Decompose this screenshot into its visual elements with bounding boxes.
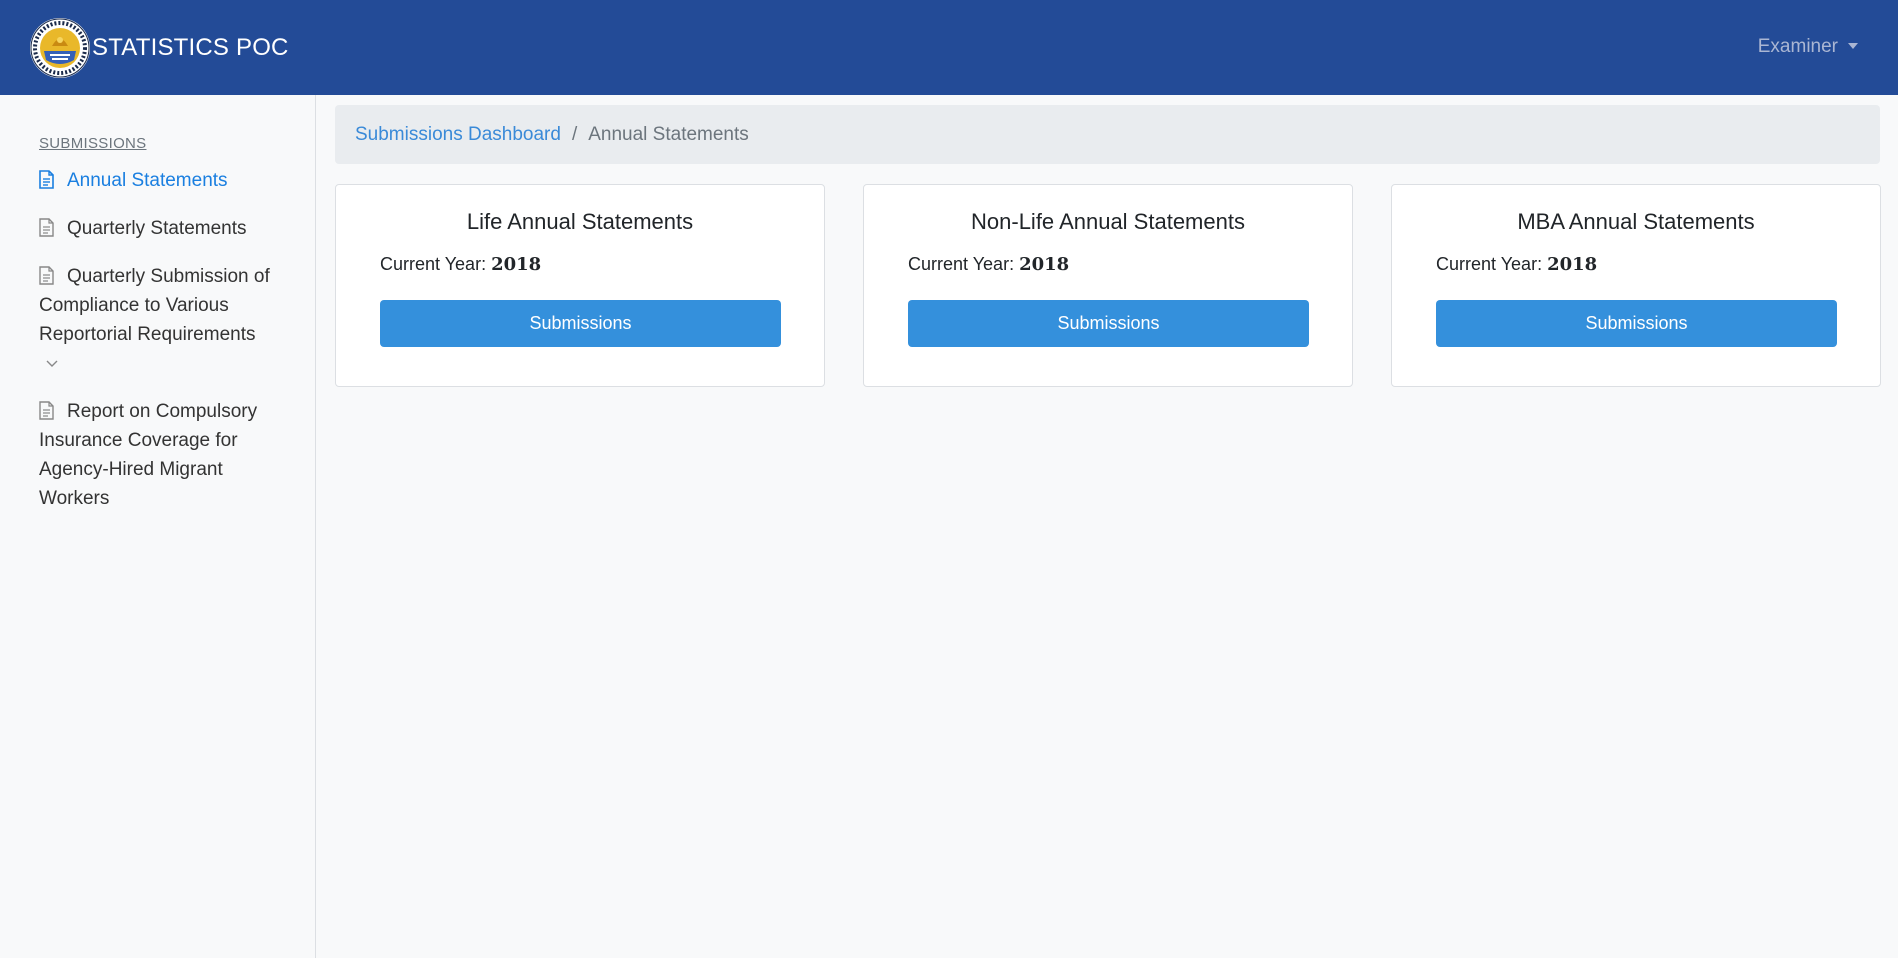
submissions-button[interactable]: Submissions xyxy=(908,300,1309,347)
document-icon xyxy=(39,401,54,420)
document-icon xyxy=(39,218,54,237)
brand-link[interactable]: STATISTICS POC xyxy=(30,17,289,78)
top-navbar: STATISTICS POC Examiner xyxy=(0,0,1898,95)
main-content: Submissions Dashboard / Annual Statement… xyxy=(335,105,1881,387)
document-icon xyxy=(39,170,54,189)
sidebar-item-label: Report on Compulsory Insurance Coverage … xyxy=(39,401,258,509)
caret-down-icon xyxy=(1848,43,1858,49)
card-row: Life Annual Statements Current Year: 201… xyxy=(335,184,1881,387)
breadcrumb-link-dashboard[interactable]: Submissions Dashboard xyxy=(355,124,561,146)
sidebar-item-label: Quarterly Statements xyxy=(67,218,247,239)
sidebar-item-label: Quarterly Submission of Compliance to Va… xyxy=(39,266,270,345)
breadcrumb-current: Annual Statements xyxy=(588,123,749,145)
submissions-button[interactable]: Submissions xyxy=(1436,300,1837,347)
card-title: Non-Life Annual Statements xyxy=(971,209,1245,234)
app-title: STATISTICS POC xyxy=(92,33,289,61)
card-nonlife-annual: Non-Life Annual Statements Current Year:… xyxy=(863,184,1353,387)
sidebar-heading: SUBMISSIONS xyxy=(39,135,147,152)
chevron-down-icon[interactable] xyxy=(45,358,59,368)
user-dropdown[interactable]: Examiner xyxy=(1758,36,1858,58)
card-life-annual: Life Annual Statements Current Year: 201… xyxy=(335,184,825,387)
document-icon xyxy=(39,266,54,285)
year-value: 2018 xyxy=(491,254,542,275)
card-year: Current Year: 2018 xyxy=(380,254,780,275)
sidebar-item-annual-statements[interactable]: Annual Statements xyxy=(39,166,274,195)
card-year: Current Year: 2018 xyxy=(908,254,1308,275)
sidebar-item-compulsory-insurance[interactable]: Report on Compulsory Insurance Coverage … xyxy=(39,397,274,513)
sidebar-item-quarterly-compliance[interactable]: Quarterly Submission of Compliance to Va… xyxy=(39,262,274,378)
year-value: 2018 xyxy=(1019,254,1070,275)
year-label: Current Year: xyxy=(1436,254,1543,274)
breadcrumb-separator: / xyxy=(571,123,578,145)
card-title: Life Annual Statements xyxy=(466,209,694,234)
sidebar-item-label: Annual Statements xyxy=(67,170,228,191)
user-name: Examiner xyxy=(1757,36,1838,57)
submissions-button[interactable]: Submissions xyxy=(380,300,781,347)
breadcrumb: Submissions Dashboard / Annual Statement… xyxy=(335,105,1880,164)
year-label: Current Year: xyxy=(908,254,1015,274)
seal-logo xyxy=(30,17,90,78)
sidebar-item-quarterly-statements[interactable]: Quarterly Statements xyxy=(39,214,274,243)
sidebar: SUBMISSIONS Annual Statements Quarterly … xyxy=(0,95,316,958)
card-year: Current Year: 2018 xyxy=(1436,254,1836,275)
year-value: 2018 xyxy=(1547,254,1598,275)
card-mba-annual: MBA Annual Statements Current Year: 2018… xyxy=(1391,184,1881,387)
year-label: Current Year: xyxy=(380,254,487,274)
card-title: MBA Annual Statements xyxy=(1517,209,1755,234)
